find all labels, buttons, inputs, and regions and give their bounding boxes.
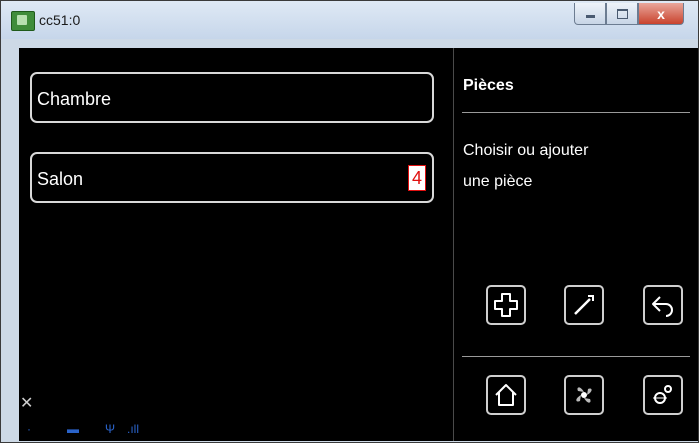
room-badge: 4 bbox=[407, 165, 426, 191]
window-title: cc51:0 bbox=[39, 12, 81, 28]
back-button[interactable] bbox=[643, 285, 683, 325]
side-panel-title: Pièces bbox=[463, 77, 514, 94]
signal-strength-icon: .ıll bbox=[127, 422, 139, 436]
room-list: Chambre Salon 4 ✕ · ▬ Ψ .ıll bbox=[19, 48, 452, 441]
home-icon bbox=[495, 384, 517, 406]
antenna-icon: Ψ bbox=[105, 422, 116, 436]
side-panel-divider bbox=[462, 112, 690, 113]
close-button[interactable]: x bbox=[638, 3, 684, 25]
client-area: Chambre Salon 4 ✕ · ▬ Ψ .ıll Pièces Choi… bbox=[19, 48, 698, 441]
room-item-chambre[interactable]: Chambre bbox=[30, 72, 434, 123]
wrench-icon bbox=[574, 295, 594, 315]
close-icon: x bbox=[657, 5, 665, 22]
ventilation-button[interactable] bbox=[564, 375, 604, 415]
description-line-1: Choisir ou ajouter bbox=[463, 142, 589, 159]
add-icon bbox=[494, 293, 518, 317]
side-panel-description: Choisir ou ajouter une pièce bbox=[463, 135, 693, 197]
room-label: Chambre bbox=[37, 89, 112, 109]
side-panel: Pièces Choisir ou ajouter une pièce bbox=[454, 48, 698, 441]
network-icon: ▬ bbox=[67, 422, 79, 436]
minimize-button[interactable] bbox=[574, 3, 606, 25]
status-dot-icon: · bbox=[27, 422, 31, 436]
description-box bbox=[463, 191, 698, 237]
settings-icon bbox=[653, 385, 672, 404]
close-x-icon[interactable]: ✕ bbox=[20, 393, 33, 413]
minimize-icon bbox=[585, 15, 595, 18]
home-button[interactable] bbox=[486, 375, 526, 415]
undo-icon bbox=[652, 296, 673, 317]
app-icon[interactable] bbox=[11, 11, 35, 31]
room-item-salon[interactable]: Salon 4 bbox=[30, 152, 434, 203]
title-bar[interactable]: cc51:0 x bbox=[1, 1, 698, 39]
window-controls: x bbox=[574, 3, 684, 25]
room-label: Salon bbox=[37, 169, 84, 189]
maximize-icon bbox=[616, 8, 628, 19]
maximize-button[interactable] bbox=[606, 3, 638, 25]
settings-button[interactable] bbox=[643, 375, 683, 415]
add-room-button[interactable] bbox=[486, 285, 526, 325]
toolbar-divider bbox=[462, 356, 690, 357]
fan-icon bbox=[576, 387, 592, 403]
edit-room-button[interactable] bbox=[564, 285, 604, 325]
